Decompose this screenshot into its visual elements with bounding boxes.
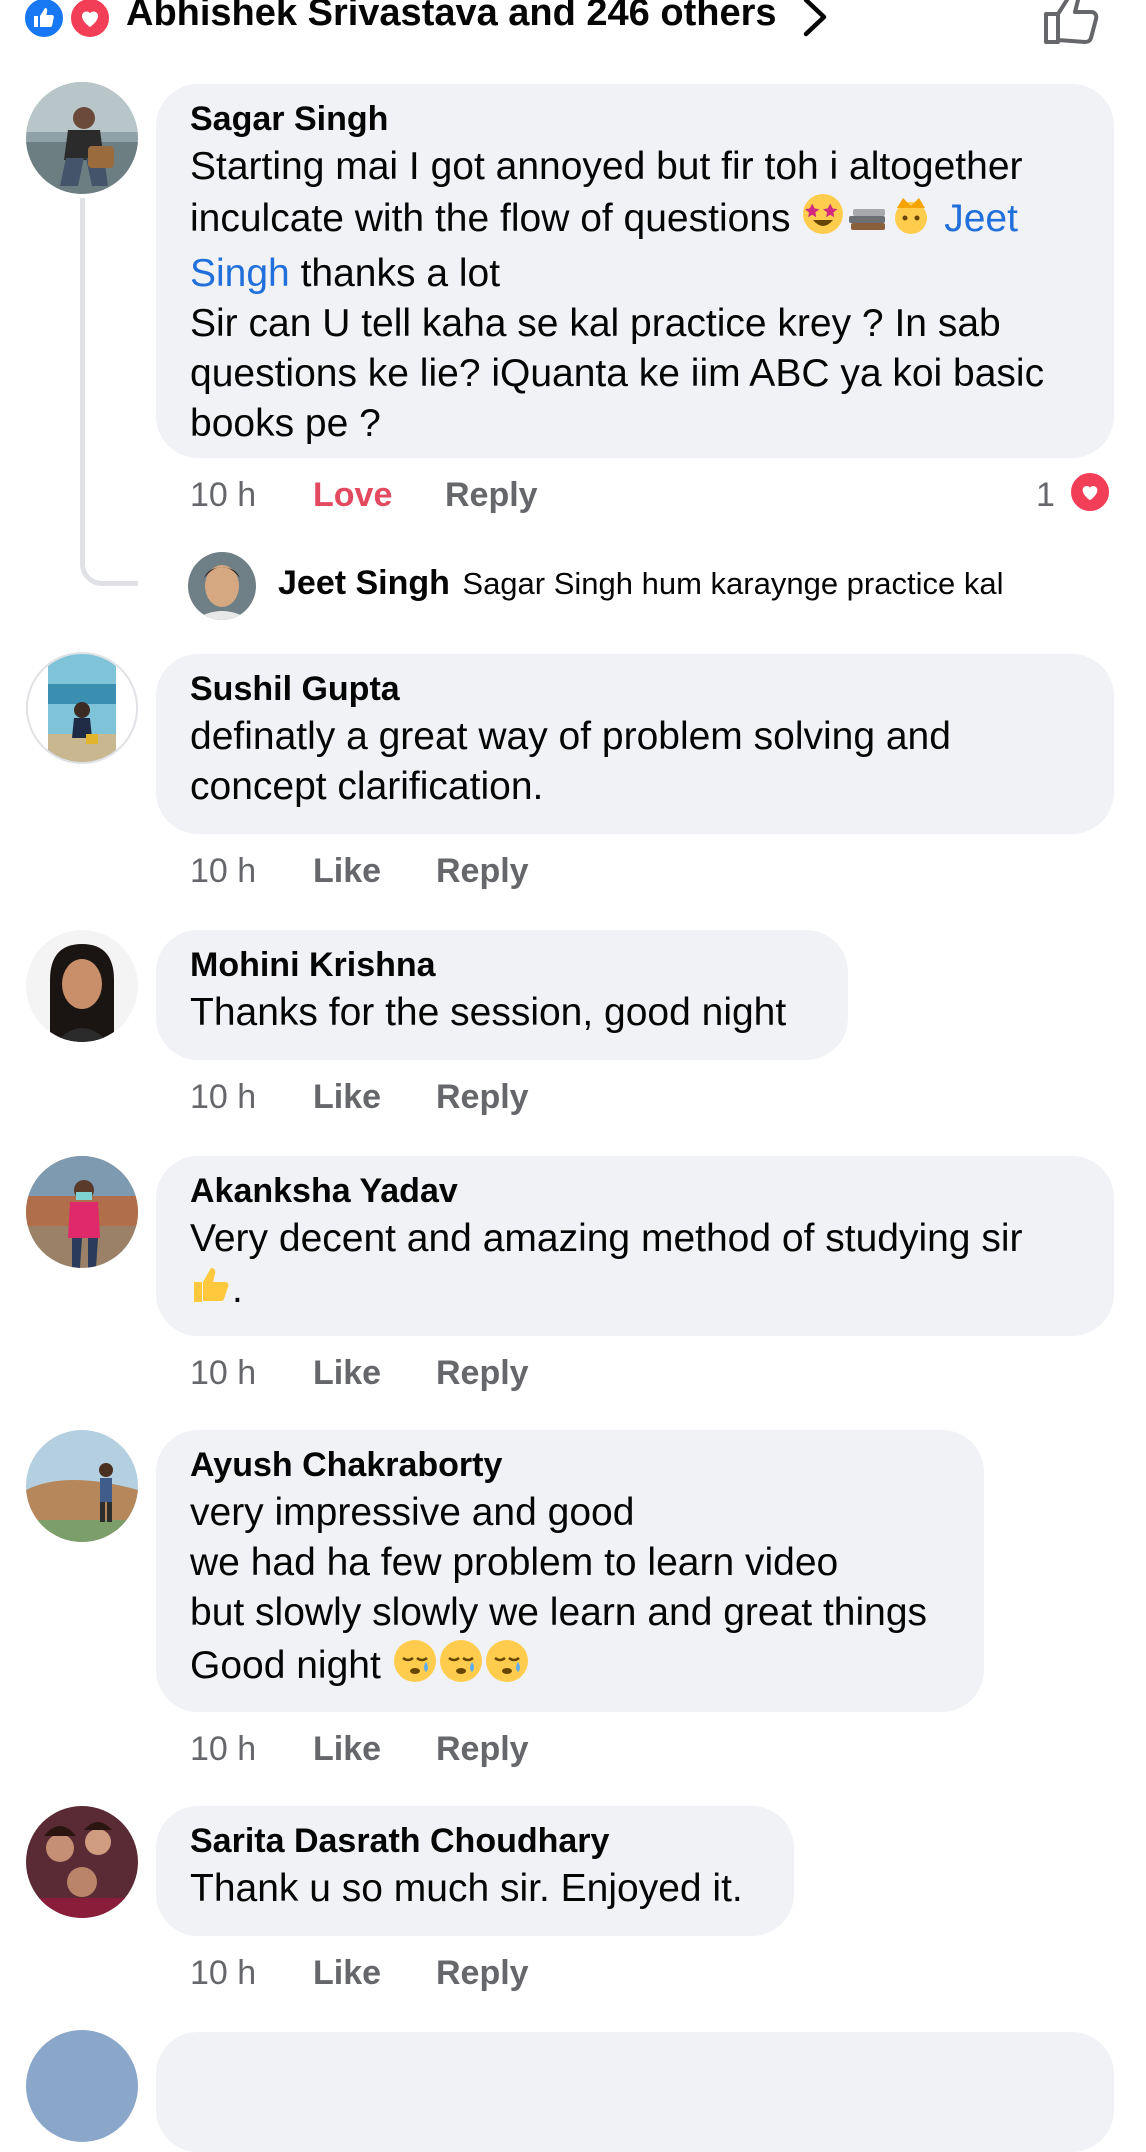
reply-button[interactable]: Reply (436, 1730, 529, 1769)
like-button[interactable]: Like (313, 1730, 381, 1769)
love-icon (68, 0, 112, 40)
star-struck-emoji (801, 192, 845, 249)
avatar[interactable] (26, 82, 138, 194)
thumbs-up-emoji (190, 1264, 232, 1319)
reaction-count[interactable]: 1 (1036, 476, 1055, 515)
reply-button[interactable]: Reply (445, 476, 538, 515)
comment-author[interactable]: Sushil Gupta (190, 666, 1080, 712)
like-icon (22, 0, 66, 40)
comment-bubble[interactable]: Mohini Krishna Thanks for the session, g… (156, 930, 848, 1060)
chevron-right-icon[interactable] (800, 0, 830, 45)
comment-text: very impressive and good we had ha few p… (190, 1488, 950, 1697)
reply-thread-line (80, 198, 138, 586)
avatar[interactable] (26, 1430, 138, 1542)
avatar[interactable] (26, 1156, 138, 1268)
reactions-summary-bar[interactable]: Abhishek Srivastava and 246 others (0, 0, 1146, 60)
comment-text: Thank u so much sir. Enjoyed it. (190, 1867, 743, 1910)
comment-time[interactable]: 10 h (190, 852, 256, 891)
like-button[interactable]: Like (313, 1954, 381, 1993)
comment-bubble[interactable]: Sarita Dasrath Choudhary Thank u so much… (156, 1806, 794, 1936)
comment-actions: 10 h Love Reply (190, 476, 590, 520)
avatar[interactable] (188, 552, 256, 620)
avatar[interactable] (26, 930, 138, 1042)
thumbs-up-outline-icon[interactable] (1040, 0, 1100, 51)
comment-text: Very decent and amazing method of studyi… (190, 1214, 1080, 1319)
reply-button[interactable]: Reply (436, 1954, 529, 1993)
avatar[interactable] (26, 1806, 138, 1918)
avatar[interactable] (26, 652, 138, 764)
books-emoji (845, 192, 889, 249)
comment-author[interactable]: Ayush Chakraborty (190, 1442, 950, 1488)
comment-author[interactable]: Sarita Dasrath Choudhary (190, 1818, 760, 1864)
comment-text: Starting mai I got annoyed but fir toh i… (190, 145, 1045, 445)
love-icon (1068, 470, 1112, 514)
reply-button[interactable]: Reply (436, 852, 529, 891)
like-button[interactable]: Like (313, 852, 381, 891)
comment-time[interactable]: 10 h (190, 1078, 256, 1117)
comment-actions: 10 h Like Reply (190, 1954, 590, 1998)
comment-time[interactable]: 10 h (190, 1730, 256, 1769)
reactions-summary-text[interactable]: Abhishek Srivastava and 246 others (126, 0, 777, 35)
comment-time[interactable]: 10 h (190, 1954, 256, 1993)
comment-text: Thanks for the session, good night (190, 991, 787, 1034)
like-button[interactable]: Like (313, 1354, 381, 1393)
comment-time[interactable]: 10 h (190, 476, 256, 515)
comment-actions: 10 h Like Reply (190, 1078, 590, 1122)
reply-button[interactable]: Reply (436, 1078, 529, 1117)
crown-emoji (889, 192, 933, 249)
comment-bubble[interactable]: Ayush Chakraborty very impressive and go… (156, 1430, 984, 1712)
comment-text: definatly a great way of problem solving… (190, 715, 951, 808)
avatar[interactable] (26, 2030, 138, 2142)
comment-author[interactable]: Sagar Singh (190, 96, 1080, 142)
comment-bubble[interactable]: Sushil Gupta definatly a great way of pr… (156, 654, 1114, 834)
reply-text: Sagar Singh hum karaynge practice kal (462, 566, 1004, 601)
sleepy-emoji (484, 1638, 530, 1697)
comment-bubble[interactable]: Sagar Singh Starting mai I got annoyed b… (156, 84, 1114, 458)
comment-author[interactable]: Akanksha Yadav (190, 1168, 1080, 1214)
comment-bubble[interactable] (156, 2032, 1114, 2152)
like-button[interactable]: Like (313, 1078, 381, 1117)
comment-actions: 10 h Like Reply (190, 1354, 590, 1398)
love-reaction-button[interactable]: Love (313, 476, 392, 515)
sleepy-emoji (392, 1638, 438, 1697)
comment-actions: 10 h Like Reply (190, 852, 590, 896)
reply-comment[interactable]: Jeet Singh Sagar Singh hum karaynge prac… (278, 564, 1003, 603)
comment-actions: 10 h Like Reply (190, 1730, 590, 1774)
comment-time[interactable]: 10 h (190, 1354, 256, 1393)
sleepy-emoji (438, 1638, 484, 1697)
comment-bubble[interactable]: Akanksha Yadav Very decent and amazing m… (156, 1156, 1114, 1336)
comment-author[interactable]: Mohini Krishna (190, 942, 814, 988)
reply-author[interactable]: Jeet Singh (278, 564, 450, 602)
reply-button[interactable]: Reply (436, 1354, 529, 1393)
